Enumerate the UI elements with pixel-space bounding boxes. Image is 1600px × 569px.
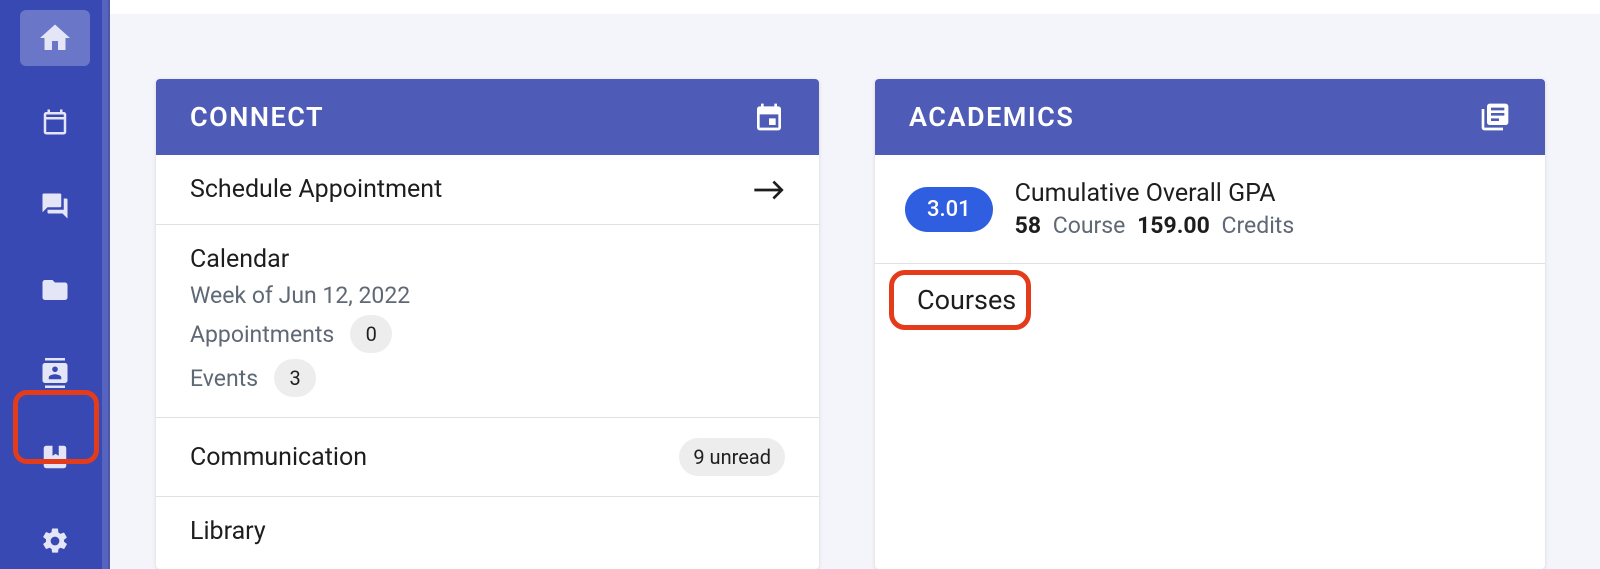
calendar-icon — [40, 107, 70, 137]
sidebar-item-calendar[interactable] — [20, 94, 90, 150]
contacts-icon — [40, 358, 70, 388]
academics-title: ACADEMICS — [909, 101, 1074, 133]
calendar-today-icon[interactable] — [753, 101, 785, 133]
appointments-label: Appointments — [190, 321, 334, 348]
sidebar — [0, 0, 110, 569]
calendar-section: Calendar Week of Jun 12, 2022 Appointmen… — [156, 225, 819, 418]
gear-icon — [40, 526, 70, 556]
communication-row[interactable]: Communication 9 unread — [156, 418, 819, 497]
sidebar-item-home[interactable] — [20, 10, 90, 66]
calendar-title: Calendar — [190, 245, 785, 274]
gpa-row: 3.01 Cumulative Overall GPA 58 Course 15… — [875, 155, 1545, 264]
sidebar-item-folder[interactable] — [20, 262, 90, 318]
course-count: 58 — [1015, 212, 1041, 239]
connect-card: CONNECT Schedule Appointment Calendar We… — [156, 79, 819, 569]
courses-label: Courses — [899, 278, 1034, 322]
connect-header: CONNECT — [156, 79, 819, 155]
main-content: CONNECT Schedule Appointment Calendar We… — [110, 0, 1600, 569]
events-label: Events — [190, 365, 258, 392]
schedule-appointment-label: Schedule Appointment — [190, 175, 442, 204]
gpa-stats: 58 Course 159.00 Credits — [1015, 212, 1301, 239]
academics-header: ACADEMICS — [875, 79, 1545, 155]
sidebar-item-chat[interactable] — [20, 178, 90, 234]
credits-value: 159.00 — [1137, 212, 1210, 239]
chat-icon — [40, 191, 70, 221]
communication-label: Communication — [190, 443, 367, 472]
academics-card: ACADEMICS 3.01 Cumulative Overall GPA 58… — [875, 79, 1545, 569]
events-count: 3 — [274, 359, 316, 397]
communication-badge: 9 unread — [679, 438, 785, 476]
calendar-week-label: Week of Jun 12, 2022 — [190, 282, 785, 309]
folder-icon — [40, 275, 70, 305]
library-label: Library — [190, 517, 266, 546]
library-row[interactable]: Library — [156, 497, 819, 556]
gpa-badge: 3.01 — [905, 187, 993, 232]
course-label: Course — [1053, 212, 1126, 239]
library-icon[interactable] — [1479, 101, 1511, 133]
schedule-appointment-row[interactable]: Schedule Appointment — [156, 155, 819, 225]
home-icon — [37, 20, 73, 56]
sidebar-item-contacts[interactable] — [20, 345, 90, 401]
sidebar-item-settings[interactable] — [20, 513, 90, 569]
appointments-count: 0 — [350, 315, 392, 353]
credits-label: Credits — [1221, 212, 1294, 239]
arrow-right-icon — [753, 179, 785, 201]
gpa-label: Cumulative Overall GPA — [1015, 179, 1301, 208]
sidebar-item-bookmark[interactable] — [20, 429, 90, 485]
bookmark-icon — [40, 442, 70, 472]
connect-title: CONNECT — [190, 101, 324, 133]
courses-row[interactable]: Courses — [875, 264, 1545, 340]
